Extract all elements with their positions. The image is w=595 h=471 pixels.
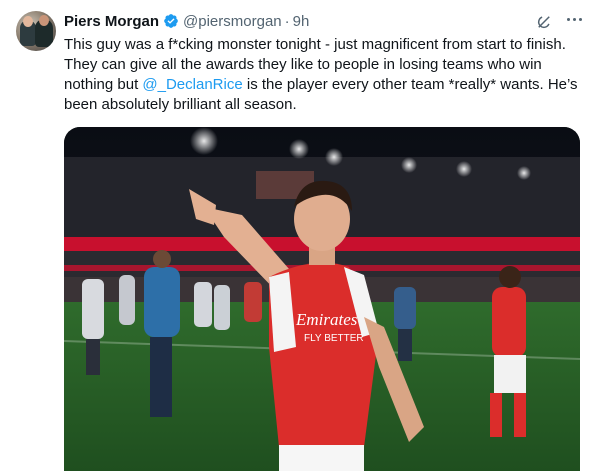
shirt-sponsor-subtext: FLY BETTER <box>304 333 364 344</box>
grok-icon[interactable] <box>535 13 553 31</box>
mention-link[interactable]: @_DeclanRice <box>142 76 242 93</box>
shirt-sponsor-text: Emirates <box>295 310 358 329</box>
stadium-photo: Emirates FLY BETTER <box>64 127 580 471</box>
author-name[interactable]: Piers Morgan <box>64 13 159 30</box>
timestamp[interactable]: 9h <box>293 13 310 30</box>
author-handle[interactable]: @piersmorgan <box>183 13 282 30</box>
separator-dot: · <box>284 12 290 30</box>
tweet-media-photo[interactable]: Emirates FLY BETTER <box>64 127 580 471</box>
more-options-icon[interactable] <box>564 9 584 29</box>
tweet-header: Piers Morgan @piersmorgan · 9h <box>64 11 309 31</box>
avatar[interactable] <box>16 11 56 51</box>
verified-badge-icon <box>164 14 178 28</box>
tweet-text: This guy was a f*cking monster tonight -… <box>64 35 584 115</box>
